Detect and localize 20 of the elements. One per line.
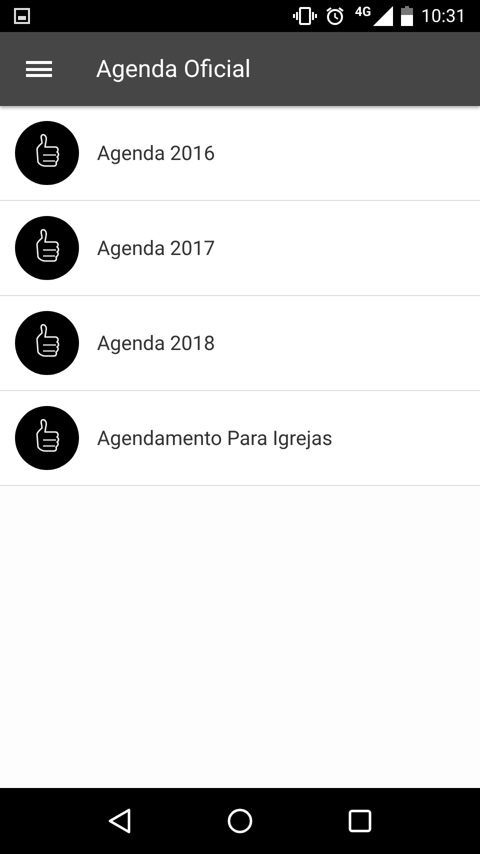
item-label: Agenda 2017 [97,235,216,262]
signal-icon [373,6,394,26]
battery-icon [401,6,414,26]
item-label: Agenda 2018 [97,330,216,357]
network-type: 4G [354,4,372,22]
recents-icon[interactable] [348,809,372,833]
back-icon[interactable] [108,808,132,834]
thumbs-up-icon [15,216,79,280]
toolbar-title: Agenda Oficial [96,54,251,85]
item-label: Agendamento Para Igrejas [97,425,332,452]
vibrate-icon [292,7,317,25]
item-label: Agenda 2016 [97,140,216,167]
thumbs-up-icon [15,406,79,470]
menu-icon[interactable] [26,59,52,79]
home-icon[interactable] [226,808,253,834]
thumbs-up-icon [15,311,79,375]
thumbs-up-icon [15,121,79,185]
image-icon [14,8,30,24]
alarm-clock-icon [324,6,345,26]
clock-time: 10:31 [421,4,466,28]
